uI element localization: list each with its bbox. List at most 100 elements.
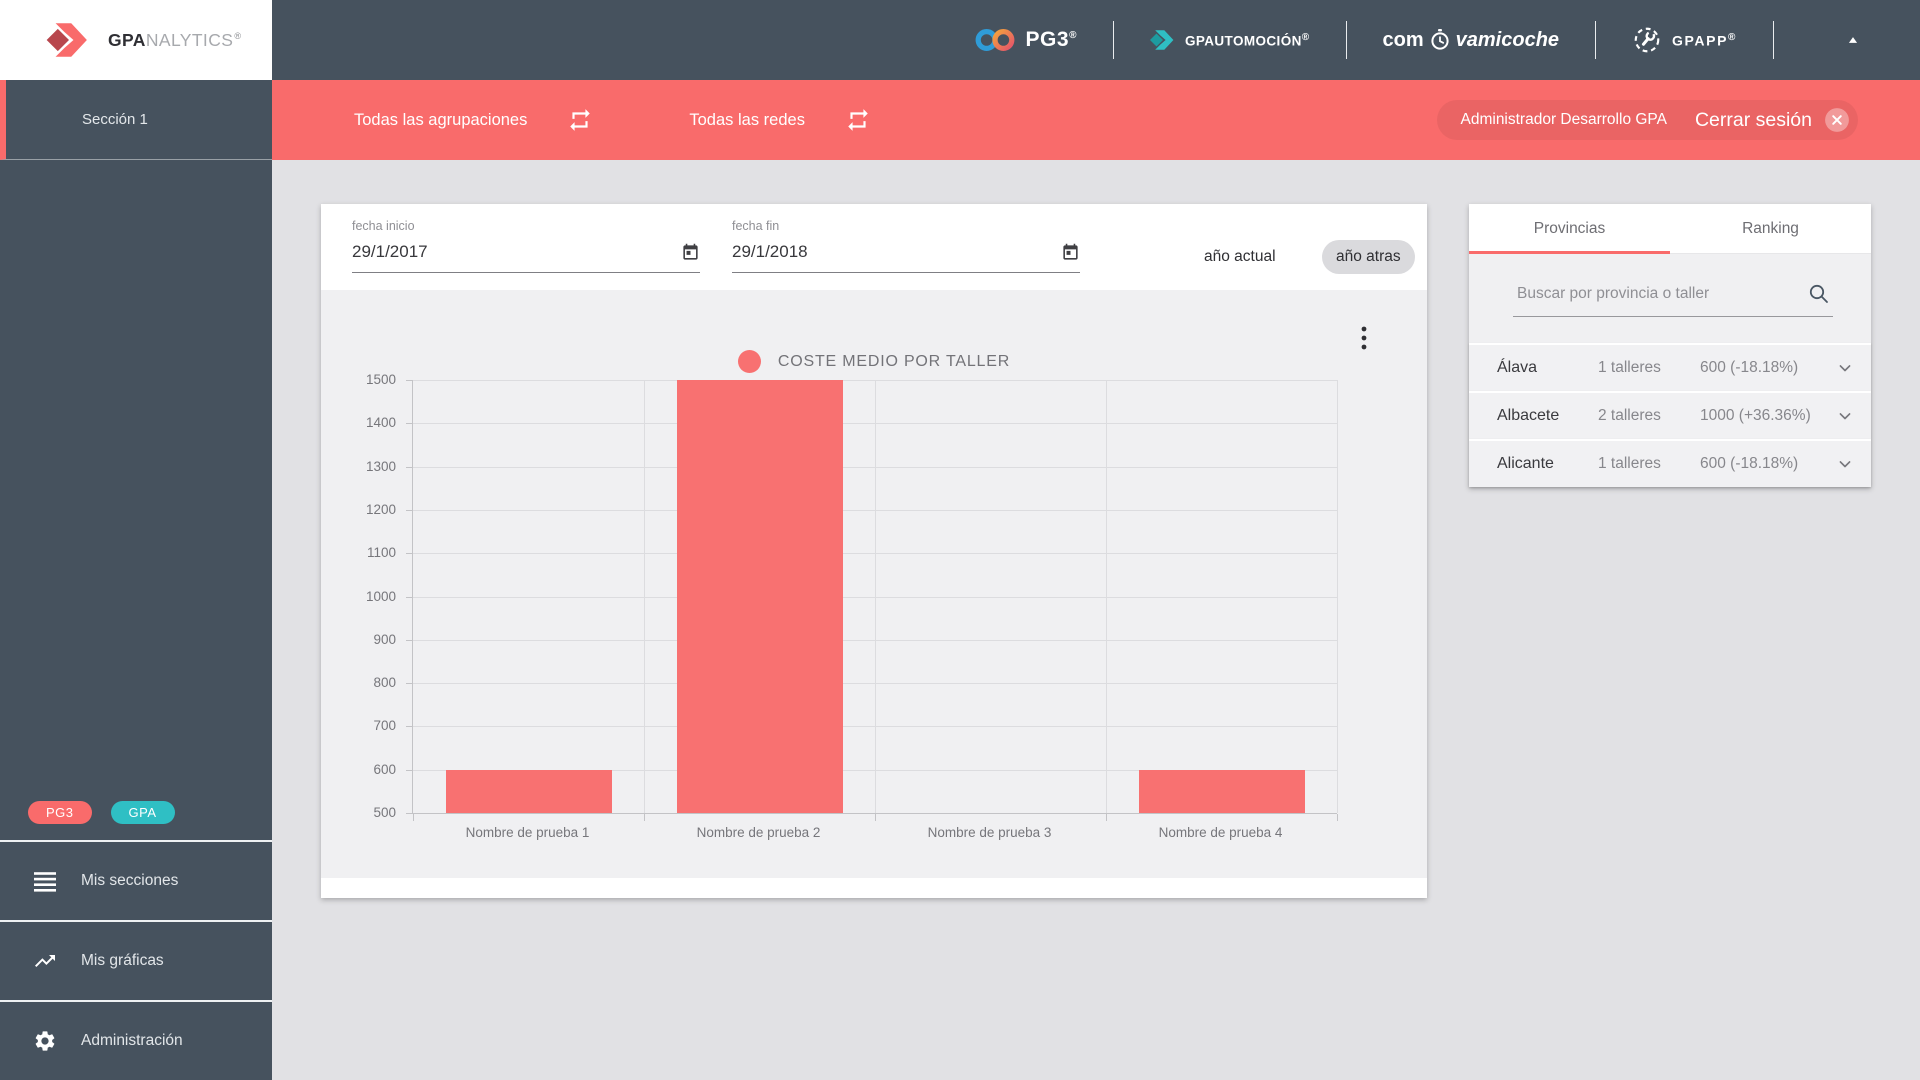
fecha-inicio-input[interactable] bbox=[352, 242, 652, 262]
fecha-fin-input[interactable] bbox=[732, 242, 1032, 262]
tab-provincias[interactable]: Provincias bbox=[1469, 204, 1670, 254]
clock-icon bbox=[1428, 28, 1452, 52]
province-row-alava[interactable]: Álava 1 talleres 600 (-18.18%) bbox=[1469, 343, 1871, 391]
y-tick-label: 1100 bbox=[366, 545, 396, 561]
pg3-logo: PG3® bbox=[974, 26, 1077, 54]
chevron-down-icon[interactable] bbox=[1833, 358, 1857, 378]
logout-label: Cerrar sesión bbox=[1694, 108, 1812, 131]
search-icon bbox=[1807, 282, 1831, 306]
sidebar-item-mis-secciones[interactable]: Mis secciones bbox=[0, 840, 272, 920]
province-name: Álava bbox=[1497, 359, 1538, 376]
province-talleres-count: 1 talleres bbox=[1598, 455, 1661, 472]
province-value: 600 (-18.18%) bbox=[1700, 455, 1799, 472]
redes-swap-icon[interactable] bbox=[845, 107, 871, 133]
tab-ranking[interactable]: Ranking bbox=[1670, 204, 1871, 254]
brand-logo: GPANALYTICS® bbox=[0, 0, 272, 80]
section-label: Sección 1 bbox=[82, 111, 148, 128]
pg3-infinity-icon bbox=[974, 26, 1016, 54]
province-row-albacete[interactable]: Albacete 2 talleres 1000 (+36.36%) bbox=[1469, 391, 1871, 439]
gridline-v bbox=[1337, 380, 1338, 813]
bar-nombre-de-prueba-2[interactable] bbox=[676, 380, 843, 813]
y-tick-mark bbox=[406, 423, 413, 425]
logout-button[interactable]: Cerrar sesión bbox=[1695, 107, 1850, 133]
bar-nombre-de-prueba-1[interactable] bbox=[445, 769, 612, 813]
gridline-v bbox=[644, 380, 645, 813]
agrupaciones-filter-label[interactable]: Todas las agrupaciones bbox=[354, 111, 527, 130]
bar-nombre-de-prueba-4[interactable] bbox=[1138, 769, 1305, 813]
logout-x-icon[interactable] bbox=[1824, 107, 1850, 133]
y-tick-mark bbox=[406, 639, 413, 641]
y-tick-label: 1000 bbox=[365, 588, 396, 604]
chevron-down-icon[interactable] bbox=[1833, 454, 1857, 474]
gpautomocion-logo: GPAUTOMOCIÓN® bbox=[1149, 28, 1310, 52]
chart-title: COSTE MEDIO POR TALLER bbox=[777, 352, 1011, 370]
comprobamicoche-post: vamicoche bbox=[1455, 28, 1560, 51]
y-tick-label: 600 bbox=[373, 761, 396, 777]
province-value: 1000 (+36.36%) bbox=[1700, 407, 1811, 424]
fecha-fin-label: fecha fin bbox=[732, 219, 780, 233]
x-tick-mark bbox=[1337, 814, 1338, 821]
agrupaciones-swap-icon[interactable] bbox=[567, 107, 593, 133]
panel-body: Álava 1 talleres 600 (-18.18%) Albacete 2 ta… bbox=[1469, 254, 1871, 487]
gpapp-label: GPAPP® bbox=[1672, 31, 1737, 49]
gpapp-wrench-icon bbox=[1632, 25, 1662, 55]
gpa-arrow-logo-icon bbox=[46, 21, 92, 59]
chart-card: fecha inicio fecha fin año actual bbox=[321, 204, 1427, 898]
sidebar-item-label: Administración bbox=[81, 1032, 183, 1049]
top-header: PG3® GPAUTOMOCIÓN® com vamicoche GPAPP® bbox=[272, 0, 1920, 80]
fecha-inicio-field: fecha inicio bbox=[352, 219, 700, 273]
chevron-down-icon[interactable] bbox=[1833, 406, 1857, 426]
province-row-alicante[interactable]: Alicante 1 talleres 600 (-18.18%) bbox=[1469, 439, 1871, 487]
gridline-v bbox=[1106, 380, 1107, 813]
sidebar-item-administracion[interactable]: Administración bbox=[0, 1000, 272, 1080]
chart-legend: COSTE MEDIO POR TALLER bbox=[321, 350, 1427, 373]
filter-bar: Todas las agrupaciones Todas las redes A… bbox=[272, 80, 1920, 160]
plot-area bbox=[406, 380, 1338, 821]
year-back-button[interactable]: año atras bbox=[1322, 240, 1415, 274]
y-tick-label: 500 bbox=[373, 805, 396, 820]
gpautomocion-label: GPAUTOMOCIÓN® bbox=[1184, 31, 1310, 49]
calendar-icon[interactable] bbox=[681, 243, 700, 262]
comprobamicoche-logo: com vamicoche bbox=[1383, 28, 1560, 52]
y-tick-mark bbox=[406, 553, 413, 555]
y-tick-label: 800 bbox=[373, 675, 396, 691]
gpautomocion-arrow-icon bbox=[1149, 28, 1176, 52]
sidebar-nav: Mis secciones Mis gráficas Administración bbox=[0, 840, 272, 1080]
gpapp-logo: GPAPP® bbox=[1632, 25, 1737, 55]
y-tick-label: 1200 bbox=[365, 501, 396, 517]
x-tick-mark bbox=[644, 814, 645, 821]
y-tick-mark bbox=[406, 380, 413, 381]
year-current-button[interactable]: año actual bbox=[1190, 240, 1290, 274]
x-tick-label: Nombre de prueba 4 bbox=[1158, 825, 1283, 840]
sidebar-item-label: Mis secciones bbox=[81, 872, 179, 889]
y-tick-mark bbox=[406, 769, 413, 771]
provinces-panel: ProvinciasRanking Álava 1 talleres 600 (-1… bbox=[1469, 204, 1871, 487]
header-divider bbox=[1773, 21, 1774, 59]
y-tick-label: 1400 bbox=[365, 415, 396, 431]
y-tick-label: 1500 bbox=[365, 372, 396, 387]
list-icon bbox=[33, 869, 57, 893]
province-name: Alicante bbox=[1497, 455, 1554, 472]
sidebar: GPANALYTICS® Sección 1 PG3 GPA Mis seccio… bbox=[0, 0, 272, 1080]
collapse-arrow-icon[interactable] bbox=[1844, 33, 1862, 47]
gear-icon bbox=[33, 1029, 57, 1053]
redes-filter-label[interactable]: Todas las redes bbox=[689, 111, 805, 130]
search-input[interactable] bbox=[1515, 284, 1789, 304]
app-root: GPANALYTICS® Sección 1 PG3 GPA Mis seccio… bbox=[0, 0, 1920, 1080]
x-tick-label: Nombre de prueba 2 bbox=[696, 825, 821, 840]
sidebar-item-mis-graficas[interactable]: Mis gráficas bbox=[0, 920, 272, 1000]
province-value: 600 (-18.18%) bbox=[1700, 359, 1799, 376]
y-tick-mark bbox=[406, 596, 413, 598]
sidebar-item-label: Mis gráficas bbox=[81, 952, 164, 969]
calendar-icon[interactable] bbox=[1061, 243, 1080, 262]
badge-pg3: PG3 bbox=[28, 801, 92, 824]
y-axis-labels: 500 600 700 800 900 1000 1100 1200 1300 1400 1500 bbox=[321, 372, 405, 820]
header-divider bbox=[1112, 21, 1114, 59]
chart-icon bbox=[33, 949, 57, 973]
chart-area: COSTE MEDIO POR TALLER 500 600 700 800 900 10… bbox=[321, 290, 1427, 878]
y-tick-label: 1300 bbox=[365, 458, 396, 474]
sidebar-item-seccion-1[interactable]: Sección 1 bbox=[0, 80, 272, 160]
province-talleres-count: 2 talleres bbox=[1598, 407, 1661, 424]
x-tick-label: Nombre de prueba 3 bbox=[927, 825, 1052, 840]
sidebar-badges: PG3 GPA bbox=[0, 801, 272, 840]
